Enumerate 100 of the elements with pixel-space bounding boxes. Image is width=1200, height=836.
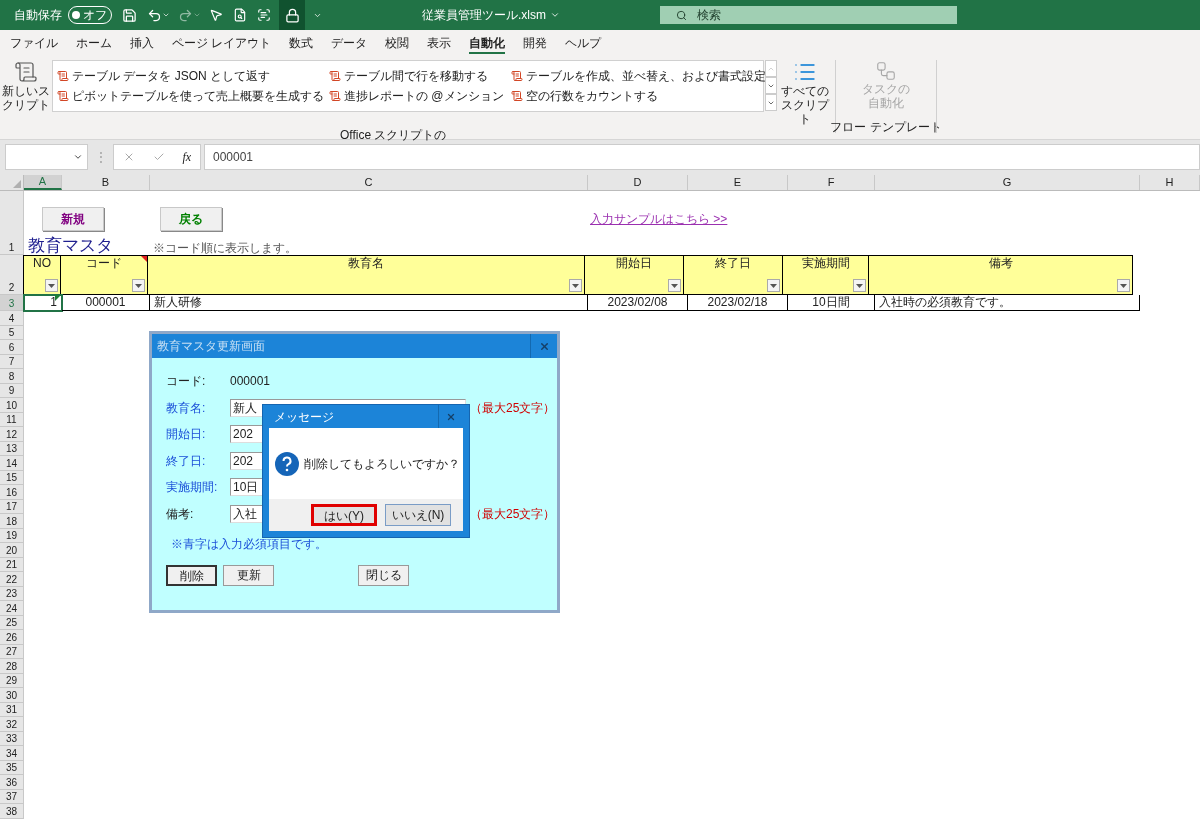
message-button[interactable]: いいえ(N): [385, 504, 451, 526]
ribbon-tab[interactable]: 自動化: [469, 33, 506, 54]
dialog-button[interactable]: 更新: [223, 564, 274, 586]
ribbon-tab[interactable]: ページ レイアウト: [172, 33, 272, 54]
script-item[interactable]: テーブル データを JSON として返す: [57, 66, 329, 86]
row-header[interactable]: 2: [0, 255, 24, 295]
row-header[interactable]: 38: [0, 804, 24, 819]
ribbon-tab[interactable]: ヘルプ: [565, 33, 602, 54]
filter-dropdown-button[interactable]: [1117, 279, 1130, 292]
table-header-cell: コード: [60, 255, 148, 295]
filter-dropdown-button[interactable]: [569, 279, 582, 292]
script-item[interactable]: テーブル間で行を移動する: [329, 66, 511, 86]
column-header[interactable]: F: [788, 175, 875, 190]
flow-icon: [875, 60, 897, 82]
ribbon-tab[interactable]: 校閲: [385, 33, 410, 54]
script-item[interactable]: 空の行数をカウントする: [511, 86, 766, 106]
ribbon-tab[interactable]: 挿入: [130, 33, 154, 54]
dialog-button[interactable]: 閉じる: [358, 564, 409, 586]
dialog-button[interactable]: 削除: [166, 564, 217, 586]
row-header[interactable]: 3: [0, 295, 24, 311]
row-header[interactable]: 32: [0, 717, 24, 732]
file-name[interactable]: 従業員管理ツール.xlsm: [422, 6, 560, 24]
caret-icon: [48, 283, 55, 288]
caret-icon: [1120, 283, 1127, 288]
insert-function-button[interactable]: fx: [182, 147, 192, 166]
ribbon-tab[interactable]: 表示: [427, 33, 452, 54]
save-icon[interactable]: [122, 7, 137, 23]
caret-icon[interactable]: [162, 11, 170, 19]
search-field[interactable]: 検索: [660, 6, 957, 24]
ribbon-tab[interactable]: ファイル: [10, 33, 58, 54]
row-header[interactable]: 6: [0, 340, 24, 355]
script-icon: [329, 90, 341, 102]
new-script-button[interactable]: 新しいスクリプト: [0, 60, 52, 112]
filter-dropdown-button[interactable]: [668, 279, 681, 292]
field-label: 開始日:: [166, 426, 207, 443]
row-header[interactable]: 12: [0, 427, 24, 442]
row-header[interactable]: 10: [0, 398, 24, 413]
lock-button[interactable]: [279, 0, 305, 30]
all-scripts-button[interactable]: すべてのスクリプト: [779, 60, 831, 126]
length-hint: （最大25文字）: [470, 505, 556, 523]
ribbon-tab[interactable]: 数式: [289, 33, 314, 54]
comment-marker-icon: [141, 256, 147, 262]
question-icon: [275, 451, 299, 476]
close-icon: [538, 340, 550, 352]
sheet-button[interactable]: 戻る: [160, 207, 222, 231]
column-header[interactable]: A: [24, 175, 62, 190]
row-header[interactable]: 28: [0, 659, 24, 674]
column-header[interactable]: G: [875, 175, 1140, 190]
undo-icon[interactable]: [147, 7, 162, 23]
ribbon-tab[interactable]: 開発: [523, 33, 548, 54]
table-header-cell: 備考: [868, 255, 1133, 295]
row-header[interactable]: 14: [0, 456, 24, 471]
filter-dropdown-button[interactable]: [853, 279, 866, 292]
message-button[interactable]: はい(Y): [311, 504, 377, 526]
sample-link[interactable]: 入力サンプルはこちら >>: [590, 210, 728, 228]
column-header[interactable]: E: [688, 175, 788, 190]
table-cell: 10日間: [788, 295, 875, 311]
filter-dropdown-button[interactable]: [132, 279, 145, 292]
code-value: 000001: [230, 373, 271, 390]
row-header[interactable]: 22: [0, 572, 24, 587]
row-header[interactable]: 34: [0, 746, 24, 761]
column-header[interactable]: H: [1140, 175, 1200, 190]
ribbon-tab[interactable]: データ: [331, 33, 368, 54]
row-header[interactable]: 36: [0, 775, 24, 790]
caret-icon: [135, 283, 142, 288]
text-frame-icon[interactable]: [257, 8, 271, 22]
row-header[interactable]: 8: [0, 369, 24, 384]
filter-dropdown-button[interactable]: [767, 279, 780, 292]
table-header-cell: 終了日: [683, 255, 783, 295]
ribbon-tab[interactable]: ホーム: [76, 33, 112, 54]
script-icon: [57, 70, 69, 82]
script-add-icon: [14, 60, 38, 84]
row-header[interactable]: 4: [0, 311, 24, 326]
table-cell: 1: [24, 295, 62, 311]
script-item[interactable]: テーブルを作成、並べ替え、および書式設定: [511, 66, 766, 86]
field-label: 教育名:: [166, 399, 207, 417]
script-item[interactable]: 進捗レポートの @メンション: [329, 86, 511, 106]
column-header[interactable]: C: [150, 175, 588, 190]
sheet-button[interactable]: 新規: [42, 207, 104, 231]
field-label: コード:: [166, 373, 207, 390]
row-header[interactable]: 18: [0, 514, 24, 529]
caret-icon: [550, 10, 560, 20]
row-header[interactable]: 20: [0, 543, 24, 558]
autosave-label: 自動保存: [14, 7, 62, 24]
column-header[interactable]: B: [62, 175, 150, 190]
table-cell: 入社時の必須教育です。: [875, 295, 1140, 311]
filter-dropdown-button[interactable]: [45, 279, 58, 292]
field-label: 終了日:: [166, 452, 207, 470]
document-search-icon[interactable]: [233, 8, 247, 22]
message-dialog-title: メッセージ: [274, 408, 334, 426]
row-header[interactable]: 24: [0, 601, 24, 616]
row-header[interactable]: 30: [0, 688, 24, 703]
pointer-icon[interactable]: [209, 8, 223, 22]
column-header[interactable]: D: [588, 175, 688, 190]
row-header[interactable]: 26: [0, 630, 24, 645]
row-header[interactable]: 1: [0, 191, 24, 255]
script-item[interactable]: ピボットテーブルを使って売上概要を生成する: [57, 86, 329, 106]
row-header[interactable]: 16: [0, 485, 24, 500]
formula-input[interactable]: 000001: [204, 143, 1200, 170]
table-header-cell: 実施期間: [782, 255, 869, 295]
